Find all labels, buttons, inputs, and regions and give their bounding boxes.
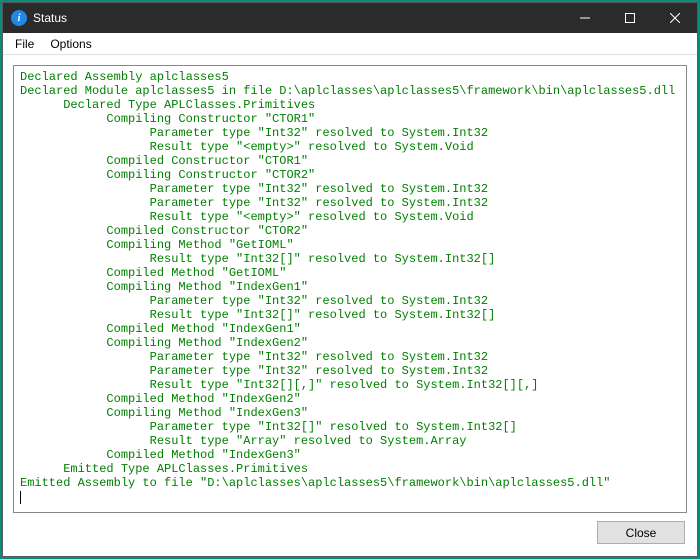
log-line: Parameter type "Int32" resolved to Syste… xyxy=(20,126,680,140)
status-window: i Status File Options Declared Assembly … xyxy=(2,2,698,557)
log-line: Compiling Constructor "CTOR1" xyxy=(20,112,680,126)
log-line: Compiling Method "IndexGen2" xyxy=(20,336,680,350)
log-line: Compiled Method "IndexGen2" xyxy=(20,392,680,406)
log-line: Compiled Method "GetIOML" xyxy=(20,266,680,280)
log-line: Compiling Method "IndexGen3" xyxy=(20,406,680,420)
log-line: Declared Assembly aplclasses5 xyxy=(20,70,680,84)
log-line: Parameter type "Int32" resolved to Syste… xyxy=(20,196,680,210)
log-line: Emitted Assembly to file "D:\aplclasses\… xyxy=(20,476,680,490)
log-line: Result type "Int32[][,]" resolved to Sys… xyxy=(20,378,680,392)
log-line: Result type "Int32[]" resolved to System… xyxy=(20,252,680,266)
log-line: Parameter type "Int32" resolved to Syste… xyxy=(20,364,680,378)
menu-options[interactable]: Options xyxy=(42,35,99,53)
content-area: Declared Assembly aplclasses5Declared Mo… xyxy=(3,55,697,556)
log-line: Compiling Constructor "CTOR2" xyxy=(20,168,680,182)
log-line: Emitted Type APLClasses.Primitives xyxy=(20,462,680,476)
close-window-button[interactable] xyxy=(652,3,697,33)
minimize-button[interactable] xyxy=(562,3,607,33)
log-line: Result type "<empty>" resolved to System… xyxy=(20,210,680,224)
log-line: Result type "Array" resolved to System.A… xyxy=(20,434,680,448)
log-line: Compiled Method "IndexGen1" xyxy=(20,322,680,336)
log-line: Compiled Method "IndexGen3" xyxy=(20,448,680,462)
log-line: Result type "Int32[]" resolved to System… xyxy=(20,308,680,322)
close-button[interactable]: Close xyxy=(597,521,685,544)
log-panel[interactable]: Declared Assembly aplclasses5Declared Mo… xyxy=(13,65,687,513)
log-line: Declared Type APLClasses.Primitives xyxy=(20,98,680,112)
log-line: Compiled Constructor "CTOR2" xyxy=(20,224,680,238)
log-line: Result type "<empty>" resolved to System… xyxy=(20,140,680,154)
log-line: Parameter type "Int32" resolved to Syste… xyxy=(20,350,680,364)
log-line: Declared Module aplclasses5 in file D:\a… xyxy=(20,84,680,98)
log-line: Parameter type "Int32[]" resolved to Sys… xyxy=(20,420,680,434)
text-cursor xyxy=(20,490,680,504)
log-line: Compiling Method "IndexGen1" xyxy=(20,280,680,294)
maximize-button[interactable] xyxy=(607,3,652,33)
menu-file[interactable]: File xyxy=(7,35,42,53)
log-line: Compiling Method "GetIOML" xyxy=(20,238,680,252)
log-line: Parameter type "Int32" resolved to Syste… xyxy=(20,294,680,308)
info-icon: i xyxy=(11,10,27,26)
window-title: Status xyxy=(33,11,67,25)
button-row: Close xyxy=(13,521,687,546)
menubar: File Options xyxy=(3,33,697,55)
log-line: Compiled Constructor "CTOR1" xyxy=(20,154,680,168)
log-line: Parameter type "Int32" resolved to Syste… xyxy=(20,182,680,196)
titlebar: i Status xyxy=(3,3,697,33)
